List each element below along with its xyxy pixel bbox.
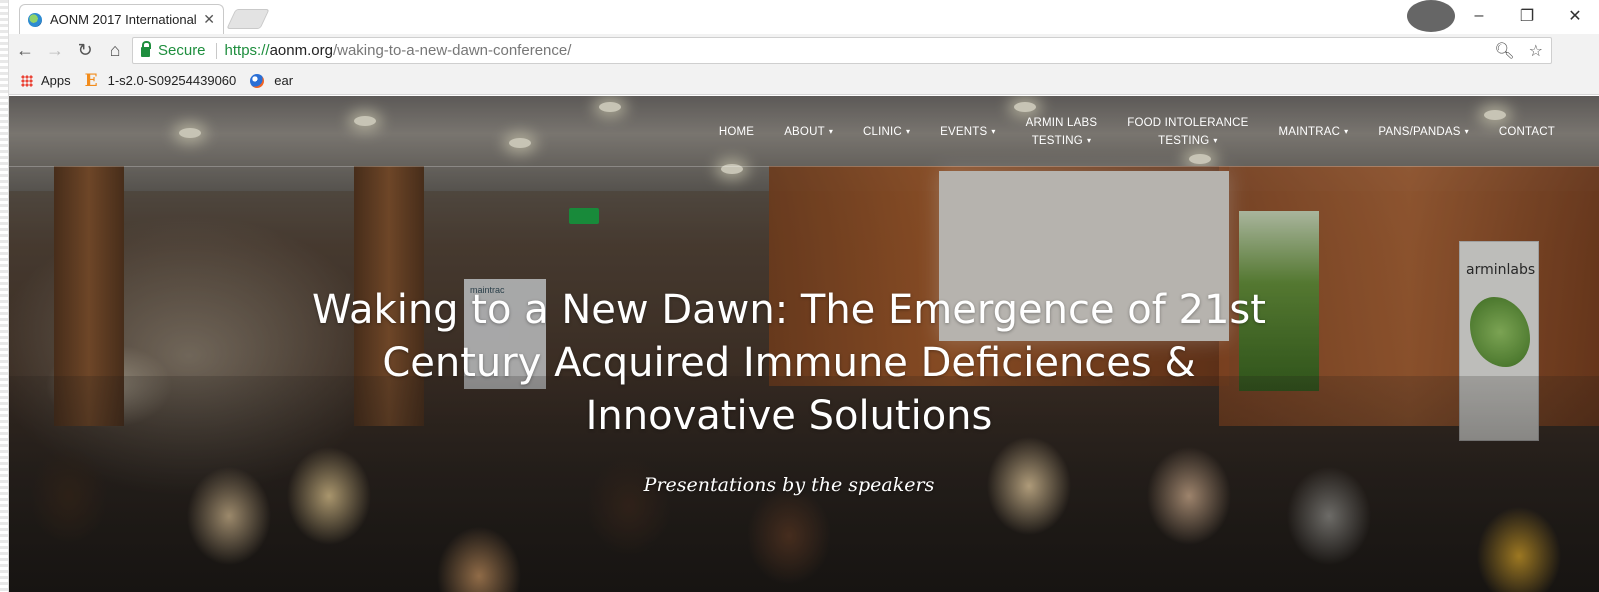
nav-item-home[interactable]: HOME [719, 123, 754, 141]
chevron-down-icon: ▾ [905, 127, 911, 136]
chevron-down-icon: ▾ [1464, 127, 1469, 136]
zoom-icon[interactable]: 🔍︎ [1494, 41, 1514, 61]
hero-section: arminlabs maintrac HOME ABOUT ▾ CLINIC ▾ E… [9, 96, 1599, 592]
left-window-edge [0, 0, 9, 592]
hero-title-line: Century Acquired Immune Deficiences & [382, 340, 1196, 386]
nav-item-food-intolerance-testing[interactable]: FOOD INTOLERANCE TESTING ▾ [1127, 114, 1248, 150]
nav-item-label: CONTACT [1498, 126, 1555, 138]
bookmarks-bar: Apps E 1-s2.0-S09254439060 ear [9, 67, 1599, 95]
bookmark-label: 1-s2.0-S09254439060 [107, 73, 237, 88]
reload-button[interactable]: ↻ [71, 37, 99, 65]
nav-item-label: HOME [718, 126, 755, 138]
nav-item-contact[interactable]: CONTACT [1499, 123, 1555, 141]
restore-button[interactable]: ❐ [1503, 0, 1551, 32]
hero-title-line: Innovative Solutions [585, 393, 993, 439]
secure-label: Secure [158, 42, 206, 59]
forward-button[interactable]: → [41, 37, 69, 65]
nav-item-label-line2: TESTING [1031, 135, 1083, 147]
chevron-down-icon: ▾ [991, 127, 996, 136]
url-path: /waking-to-a-new-dawn-conference/ [332, 42, 572, 59]
chevron-down-icon: ▾ [828, 127, 834, 136]
hero-subtitle: Presentations by the speakers [643, 474, 935, 496]
profile-button[interactable] [1407, 0, 1455, 32]
hero-title: Waking to a New Dawn: The Emergence of 2… [309, 284, 1269, 443]
nav-item-label: EVENTS [940, 126, 988, 138]
nav-item-label: MAINTRAC [1278, 126, 1341, 138]
url-host: aonm.org [269, 42, 333, 59]
nav-item-label: ARMIN LABS [1025, 117, 1098, 129]
elsevier-e-icon: E [84, 70, 98, 91]
nav-item-armin-labs-testing[interactable]: ARMIN LABS TESTING ▾ [1026, 114, 1098, 150]
chevron-down-icon: ▾ [1213, 136, 1218, 145]
window-controls: – ❐ ✕ [1407, 0, 1599, 32]
nav-item-label: ABOUT [784, 126, 825, 138]
bookmark-apps[interactable]: Apps [21, 73, 71, 88]
minimize-button[interactable]: – [1455, 0, 1503, 32]
bookmark-label: ear [274, 73, 294, 88]
bookmark-star-icon[interactable]: ☆ [1529, 41, 1543, 61]
bookmark-elsevier[interactable]: E 1-s2.0-S09254439060 [85, 71, 237, 91]
hero-title-line: Waking to a New Dawn: The Emergence of 2… [312, 287, 1266, 333]
url-scheme: https:// [224, 42, 270, 59]
nav-item-maintrac[interactable]: MAINTRAC ▾ [1278, 123, 1348, 141]
site-navigation: HOME ABOUT ▾ CLINIC ▾ EVENTS ▾ ARMIN LABS T… [719, 114, 1555, 150]
nav-item-clinic[interactable]: CLINIC ▾ [863, 123, 910, 141]
nav-item-label-line2: TESTING [1158, 135, 1210, 147]
close-window-button[interactable]: ✕ [1551, 0, 1599, 32]
chevron-down-icon: ▾ [1344, 127, 1349, 136]
nav-item-pans-pandas[interactable]: PANS/PANDAS ▾ [1378, 123, 1469, 141]
omnibox-divider [215, 42, 217, 59]
nav-item-about[interactable]: ABOUT ▾ [784, 123, 833, 141]
nav-item-label: CLINIC [863, 126, 902, 138]
back-button[interactable]: ← [11, 37, 39, 65]
address-bar[interactable]: Secure https:// aonm.org /waking-to-a-ne… [132, 37, 1552, 64]
nav-divider-line [9, 166, 1599, 167]
apps-grid-icon [21, 74, 33, 87]
tab-title: AONM 2017 International [50, 12, 197, 27]
firefox-globe-icon [250, 73, 265, 88]
chevron-down-icon: ▾ [1086, 136, 1092, 145]
home-button[interactable]: ⌂ [101, 37, 129, 65]
omnibox-actions: 🔍︎ ☆ [1494, 41, 1543, 61]
bookmark-ear[interactable]: ear [250, 73, 293, 88]
profile-icon [1407, 0, 1455, 32]
browser-tab-active[interactable]: AONM 2017 International ✕ [19, 4, 224, 34]
new-tab-button[interactable] [226, 9, 270, 29]
lock-icon [141, 41, 151, 57]
nav-item-label: PANS/PANDAS [1378, 126, 1461, 138]
nav-item-label: FOOD INTOLERANCE [1127, 117, 1249, 129]
browser-tab-strip: AONM 2017 International ✕ – ❐ ✕ [9, 0, 1599, 34]
browser-toolbar: ← → ↻ ⌂ Secure https:// aonm.org /waking… [9, 34, 1599, 67]
tab-close-icon[interactable]: ✕ [203, 11, 215, 28]
site-favicon-icon [28, 12, 42, 27]
nav-item-events[interactable]: EVENTS ▾ [940, 123, 995, 141]
bookmark-label: Apps [41, 73, 71, 88]
